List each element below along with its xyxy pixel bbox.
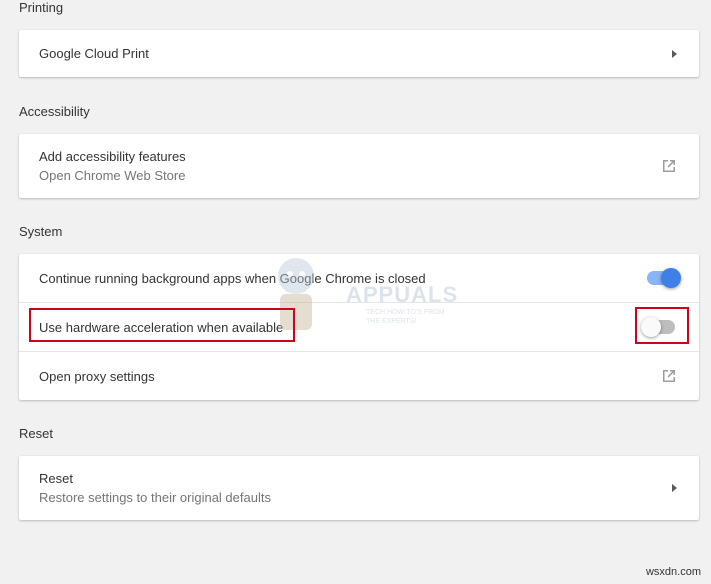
- settings-page: Printing Google Cloud Print Accessibilit…: [0, 0, 711, 584]
- card-reset: Reset Restore settings to their original…: [19, 456, 699, 520]
- row-google-cloud-print[interactable]: Google Cloud Print: [19, 30, 699, 77]
- section-title-accessibility: Accessibility: [19, 104, 90, 119]
- background-apps-toggle[interactable]: [647, 268, 681, 288]
- row-accessibility-features[interactable]: Add accessibility features Open Chrome W…: [19, 134, 699, 198]
- section-title-system: System: [19, 224, 63, 239]
- row-label: Use hardware acceleration when available: [39, 319, 284, 335]
- open-in-new-icon[interactable]: [661, 368, 677, 384]
- chevron-right-icon[interactable]: [672, 484, 677, 492]
- row-label: Google Cloud Print: [39, 46, 149, 61]
- watermark-logo: APPUALS TECH HOW-TO'S FROM THE EXPERTS!: [262, 252, 457, 334]
- section-title-printing: Printing: [19, 0, 64, 15]
- card-printing: Google Cloud Print: [19, 30, 699, 77]
- section-title-reset: Reset: [19, 426, 53, 441]
- row-sublabel: Restore settings to their original defau…: [39, 490, 271, 505]
- row-label: Add accessibility features: [39, 149, 186, 164]
- card-accessibility: Add accessibility features Open Chrome W…: [19, 134, 699, 198]
- row-reset[interactable]: Reset Restore settings to their original…: [19, 456, 699, 520]
- row-label: Open proxy settings: [39, 368, 155, 384]
- row-sublabel: Open Chrome Web Store: [39, 168, 186, 183]
- hardware-acceleration-toggle[interactable]: [641, 317, 675, 337]
- row-proxy-settings[interactable]: Open proxy settings: [19, 351, 699, 400]
- mascot-icon: [278, 258, 314, 330]
- site-watermark: wsxdn.com: [645, 566, 701, 578]
- watermark-brand: APPUALS: [346, 282, 459, 307]
- chevron-right-icon[interactable]: [672, 49, 677, 58]
- row-label: Reset: [39, 471, 73, 486]
- watermark-tagline: TECH HOW-TO'S FROM THE EXPERTS!: [366, 309, 445, 325]
- open-in-new-icon[interactable]: [661, 158, 677, 174]
